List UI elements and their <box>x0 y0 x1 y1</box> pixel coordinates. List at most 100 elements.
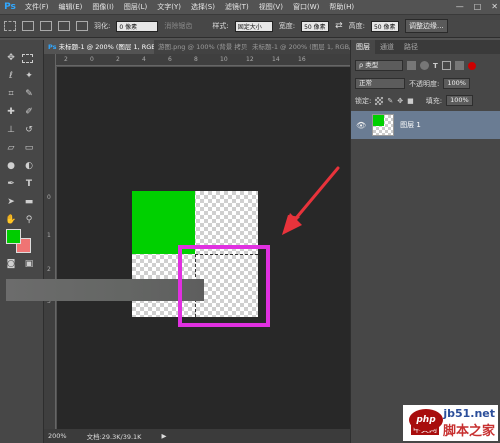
blend-row: 正常 不透明度: 100% <box>355 78 470 89</box>
antialias-checkbox[interactable]: 消除锯齿 <box>164 21 192 31</box>
zoom-level[interactable]: 200% <box>48 432 67 440</box>
brush-icon[interactable]: ✐ <box>22 106 36 119</box>
menu-filter[interactable]: 滤镜(T) <box>220 0 254 14</box>
height-label: 高度: <box>348 22 365 30</box>
tab-channels[interactable]: 通道 <box>375 40 399 54</box>
path-select-icon[interactable]: ➤ <box>4 196 18 209</box>
style-select[interactable]: 固定大小 <box>234 20 273 32</box>
fill-input[interactable]: 100% <box>446 95 473 106</box>
eye-icon[interactable]: 👁 <box>356 121 366 130</box>
lock-all-icon[interactable]: ■ <box>407 97 414 105</box>
move-tool-icon[interactable]: ✥ <box>4 52 18 65</box>
history-brush-icon[interactable]: ↺ <box>22 124 36 137</box>
pen-icon[interactable]: ✒ <box>4 178 18 191</box>
type-icon[interactable]: T <box>22 178 36 191</box>
ruler-label: 14 <box>272 56 280 63</box>
lasso-icon[interactable]: ℓ <box>4 70 18 83</box>
minimize-button[interactable]: — <box>456 0 464 14</box>
magic-wand-icon[interactable]: ✦ <box>22 70 36 83</box>
menu-view[interactable]: 视图(V) <box>254 0 288 14</box>
blend-mode-select[interactable]: 正常 <box>355 78 405 89</box>
tab-paths[interactable]: 路径 <box>399 40 423 54</box>
lock-row: 锁定: ✎ ✥ ■ 填充: 100% <box>355 95 473 106</box>
ruler-vertical: 0 1 2 3 <box>44 54 56 429</box>
ruler-label: 12 <box>246 56 254 63</box>
foreground-color-swatch[interactable] <box>6 229 21 244</box>
filter-smart-icon[interactable] <box>454 61 464 70</box>
main-menu: 文件(F) 编辑(E) 图像(I) 图层(L) 文字(Y) 选择(S) 滤镜(T… <box>20 0 359 14</box>
tab-png[interactable]: 游图.png @ 100% (背景 拷贝... <box>154 40 248 54</box>
panel-tabs: 图层 通道 路径 <box>351 40 500 54</box>
php-badge: php <box>409 409 443 431</box>
height-input[interactable]: 50 像素 <box>370 20 399 32</box>
menu-select[interactable]: 选择(S) <box>186 0 220 14</box>
window-controls: — □ ✕ <box>456 0 498 14</box>
filter-shape-icon[interactable] <box>441 61 451 70</box>
add-selection-icon[interactable] <box>40 21 52 31</box>
tab-untitled-1b[interactable]: 未标题-1 @ 200% (图层 1, RGB/8) * <box>248 40 350 54</box>
watermark: php jb51.net 中文网 脚本之家 <box>403 405 498 441</box>
menu-layer[interactable]: 图层(L) <box>119 0 152 14</box>
dodge-icon[interactable]: ◐ <box>22 160 36 173</box>
red-arrow-icon <box>282 166 340 235</box>
screen-mode-icon[interactable]: ▣ <box>22 258 36 271</box>
intersect-selection-icon[interactable] <box>76 21 88 31</box>
menu-type[interactable]: 文字(Y) <box>152 0 186 14</box>
healing-brush-icon[interactable]: ✚ <box>4 106 18 119</box>
crop-icon[interactable]: ⌗ <box>4 88 18 101</box>
status-bar: 200% 文档:29.3K/39.1K ▶ <box>44 429 350 443</box>
feather-input[interactable]: 0 像素 <box>116 20 159 32</box>
lock-position-icon[interactable]: ✥ <box>397 97 403 105</box>
layer-name[interactable]: 图层 1 <box>400 120 421 130</box>
quick-mask-icon[interactable]: ◙ <box>4 258 18 271</box>
ruler-label: 6 <box>168 56 172 63</box>
blur-icon[interactable]: ● <box>4 160 18 173</box>
shape-icon[interactable]: ▬ <box>22 196 36 209</box>
marquee-tool-icon[interactable] <box>4 21 16 31</box>
status-arrow-icon[interactable]: ▶ <box>161 432 166 440</box>
lock-pixels-icon[interactable]: ✎ <box>387 97 393 105</box>
layers-panel: 图层 通道 路径 ρ 类型 T 正常 不透明度: 100% 锁定: ✎ ✥ ■ … <box>350 40 500 443</box>
menu-help[interactable]: 帮助(H) <box>324 0 359 14</box>
ruler-label: 10 <box>220 56 228 63</box>
rect-marquee-icon[interactable] <box>22 54 33 63</box>
opacity-input[interactable]: 100% <box>443 78 470 89</box>
maximize-button[interactable]: □ <box>474 0 482 14</box>
filter-adjust-icon[interactable] <box>420 61 429 70</box>
ruler-label: 8 <box>194 56 198 63</box>
swap-icon[interactable]: ⇄ <box>335 21 343 31</box>
ruler-label: 0 <box>90 56 94 63</box>
document-tabs: Ps 未标题-1 @ 200% (图层 1, RGB/8) * 游图.png @… <box>44 40 350 54</box>
menu-edit[interactable]: 编辑(E) <box>54 0 88 14</box>
opacity-label: 不透明度: <box>409 79 440 88</box>
gradient-icon[interactable]: ▭ <box>22 142 36 155</box>
layer-row[interactable]: 👁 图层 1 <box>351 111 500 139</box>
eyedropper-icon[interactable]: ✎ <box>22 88 36 101</box>
tab-untitled-1[interactable]: Ps 未标题-1 @ 200% (图层 1, RGB/8) * <box>44 40 154 54</box>
lock-transparent-icon[interactable] <box>375 96 384 105</box>
tab-layers[interactable]: 图层 <box>351 40 375 54</box>
filter-toggle-icon[interactable] <box>467 61 476 70</box>
filter-type-icon[interactable]: T <box>433 62 438 70</box>
filter-pixel-icon[interactable] <box>407 61 416 70</box>
ruler-label: 2 <box>47 266 51 273</box>
close-button[interactable]: ✕ <box>491 0 498 14</box>
zoom-icon[interactable]: ⚲ <box>22 214 36 227</box>
layer-thumbnail <box>372 114 395 136</box>
filter-kind-select[interactable]: ρ 类型 <box>355 60 403 71</box>
menu-window[interactable]: 窗口(W) <box>288 0 324 14</box>
tools-panel: ✥ ℓ ✦ ⌗ ✎ ✚ ✐ ⊥ ↺ ▱ ▭ ● ◐ ✒ T ➤ ▬ ✋ ⚲ ↰ … <box>0 40 44 443</box>
menu-file[interactable]: 文件(F) <box>20 0 54 14</box>
subtract-selection-icon[interactable] <box>58 21 70 31</box>
new-selection-icon[interactable] <box>22 21 34 31</box>
eraser-icon[interactable]: ▱ <box>4 142 18 155</box>
watermark-site: jb51.net <box>443 407 495 420</box>
menu-image[interactable]: 图像(I) <box>87 0 119 14</box>
hand-icon[interactable]: ✋ <box>4 214 18 227</box>
width-input[interactable]: 50 像素 <box>301 20 330 32</box>
ps-doc-icon: Ps <box>48 43 57 51</box>
doc-size: 文档:29.3K/39.1K <box>86 433 142 441</box>
clone-stamp-icon[interactable]: ⊥ <box>4 124 18 137</box>
refine-edge-button[interactable]: 调整边缘... <box>404 19 448 33</box>
gray-strip <box>6 279 204 301</box>
